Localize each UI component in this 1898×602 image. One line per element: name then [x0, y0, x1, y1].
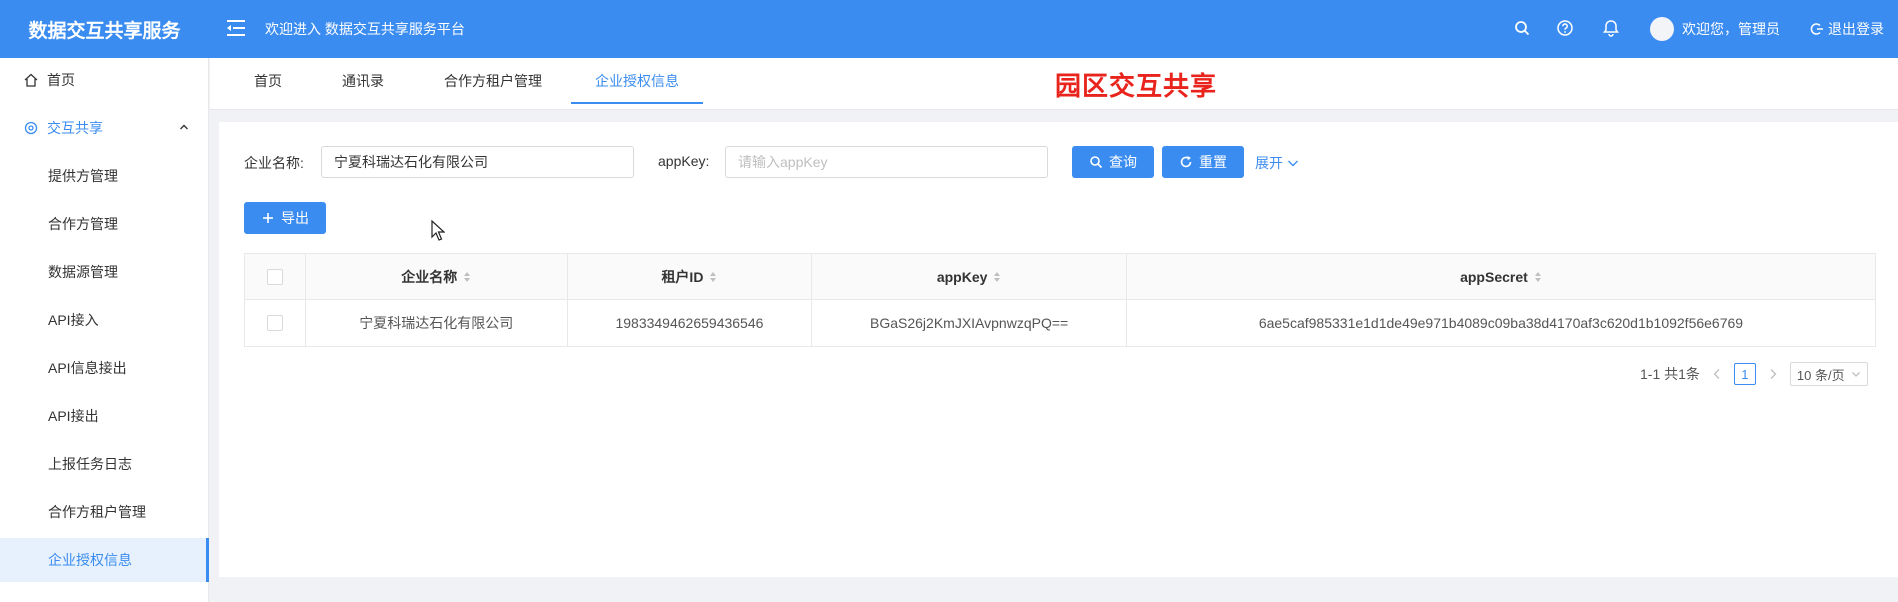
content-panel	[219, 122, 1898, 577]
plus-icon	[263, 213, 273, 223]
cell-appsecret: 6ae5caf985331e1d1de49e971b4089c09ba38d41…	[1258, 315, 1744, 331]
cell-tenant-id: 1983349462659436546	[568, 300, 813, 346]
tab-bar: 首页 通讯录 合作方租户管理 企业授权信息 园区交互共享	[210, 58, 1898, 110]
pagination-summary: 1-1 共1条	[1640, 366, 1700, 382]
tab-contacts[interactable]: 通讯录	[338, 58, 388, 104]
prev-page-icon[interactable]	[1710, 367, 1724, 381]
chevron-down-icon	[1288, 160, 1298, 167]
table-row: 宁夏科瑞达石化有限公司 1983349462659436546 BGaS26j2…	[245, 300, 1875, 346]
avatar	[1650, 17, 1674, 41]
table-header-row: 企业名称 租户ID appKey appSecret	[245, 254, 1875, 300]
search-icon	[1090, 156, 1103, 169]
sidebar-item-label: 合作方管理	[48, 216, 118, 232]
sidebar-item-label: 提供方管理	[48, 168, 118, 184]
tab-partner-tenant[interactable]: 合作方租户管理	[438, 58, 548, 104]
column-header-appsecret[interactable]: appSecret	[1127, 254, 1875, 299]
top-header: 数据交互共享服务 欢迎进入 数据交互共享服务平台 欢迎您，管理员 退出登录	[0, 0, 1898, 58]
sidebar-item-label: 数据源管理	[48, 264, 118, 280]
pagination: 1-1 共1条 1 10 条/页	[1640, 362, 1868, 386]
sidebar-item-label: 交互共享	[47, 120, 103, 136]
sidebar-item-api-out[interactable]: API接出	[0, 394, 209, 438]
next-page-icon[interactable]	[1766, 367, 1780, 381]
home-icon	[24, 73, 38, 87]
sidebar-item-label: API信息接出	[48, 360, 127, 376]
sidebar-item-home[interactable]: 首页	[0, 58, 209, 102]
reload-icon	[1180, 156, 1192, 168]
column-header-tenant-id[interactable]: 租户ID	[568, 254, 813, 299]
company-name-label: 企业名称:	[244, 155, 304, 171]
sort-icon	[1534, 271, 1541, 282]
logout-button[interactable]: 退出登录	[1810, 19, 1884, 39]
cell-appkey: BGaS26j2KmJXIAvpnwzqPQ==	[812, 300, 1127, 346]
user-menu[interactable]: 欢迎您，管理员	[1650, 17, 1780, 41]
chevron-down-icon	[1851, 372, 1860, 377]
sidebar-item-label: API接出	[48, 408, 99, 424]
reset-label: 重置	[1199, 154, 1227, 170]
sort-icon	[994, 271, 1001, 282]
welcome-platform-text: 欢迎进入 数据交互共享服务平台	[265, 21, 465, 37]
sidebar-group-share[interactable]: 交互共享	[0, 106, 209, 150]
sidebar-item-label: 企业授权信息	[48, 552, 132, 568]
logout-label: 退出登录	[1828, 21, 1884, 37]
sidebar-item-label: API接入	[48, 312, 99, 328]
select-all-checkbox[interactable]	[266, 268, 283, 285]
query-label: 查询	[1109, 154, 1137, 170]
column-header-appkey[interactable]: appKey	[812, 254, 1127, 299]
sidebar-item-label: 首页	[47, 72, 75, 88]
reset-button[interactable]: 重置	[1162, 146, 1244, 178]
help-icon[interactable]	[1556, 19, 1574, 37]
menu-fold-icon[interactable]	[225, 17, 247, 39]
query-button[interactable]: 查询	[1072, 146, 1154, 178]
logout-icon	[1810, 23, 1823, 35]
page-number-button[interactable]: 1	[1733, 363, 1756, 385]
sidebar-item-api-info-out[interactable]: API信息接出	[0, 346, 209, 390]
sidebar: 首页 交互共享 提供方管理 合作方管理 数据源管理 API接入 API信息接出 …	[0, 58, 209, 602]
page-size-select[interactable]: 10 条/页	[1789, 362, 1868, 386]
sidebar-item-api-in[interactable]: API接入	[0, 298, 209, 342]
app-title: 数据交互共享服务	[28, 20, 181, 42]
export-label: 导出	[281, 210, 309, 226]
user-greeting: 欢迎您，管理员	[1682, 21, 1780, 37]
sidebar-item-partner-tenant[interactable]: 合作方租户管理	[0, 490, 209, 534]
export-button[interactable]: 导出	[244, 202, 326, 234]
mouse-cursor-icon	[431, 220, 445, 241]
sort-icon	[710, 271, 717, 282]
expand-label: 展开	[1255, 155, 1283, 171]
sidebar-item-enterprise-auth[interactable]: 企业授权信息	[0, 538, 209, 582]
appkey-input[interactable]	[725, 146, 1048, 178]
chevron-up-icon	[180, 124, 188, 130]
sidebar-item-datasource[interactable]: 数据源管理	[0, 250, 209, 294]
search-icon[interactable]	[1513, 19, 1531, 37]
sort-icon	[464, 271, 471, 282]
auth-table: 企业名称 租户ID appKey appSecret 宁夏科瑞达石化有限公司 1…	[244, 253, 1876, 347]
row-checkbox[interactable]	[266, 315, 283, 331]
appkey-label: appKey:	[658, 153, 710, 169]
tab-home[interactable]: 首页	[248, 58, 288, 104]
page-size-label: 10 条/页	[1796, 367, 1845, 383]
cell-company: 宁夏科瑞达石化有限公司	[306, 300, 568, 346]
bell-icon[interactable]	[1602, 19, 1620, 37]
sidebar-item-report-log[interactable]: 上报任务日志	[0, 442, 209, 486]
expand-toggle[interactable]: 展开	[1255, 153, 1299, 173]
column-header-company[interactable]: 企业名称	[306, 254, 568, 299]
company-name-input[interactable]	[321, 146, 634, 178]
banner-title: 园区交互共享	[1055, 71, 1218, 101]
sidebar-item-label: 合作方租户管理	[48, 504, 146, 520]
sidebar-item-label: 上报任务日志	[48, 456, 132, 472]
share-icon	[24, 121, 38, 135]
tab-enterprise-auth[interactable]: 企业授权信息	[571, 58, 703, 104]
sidebar-item-provider[interactable]: 提供方管理	[0, 154, 209, 198]
sidebar-item-partner[interactable]: 合作方管理	[0, 202, 209, 246]
